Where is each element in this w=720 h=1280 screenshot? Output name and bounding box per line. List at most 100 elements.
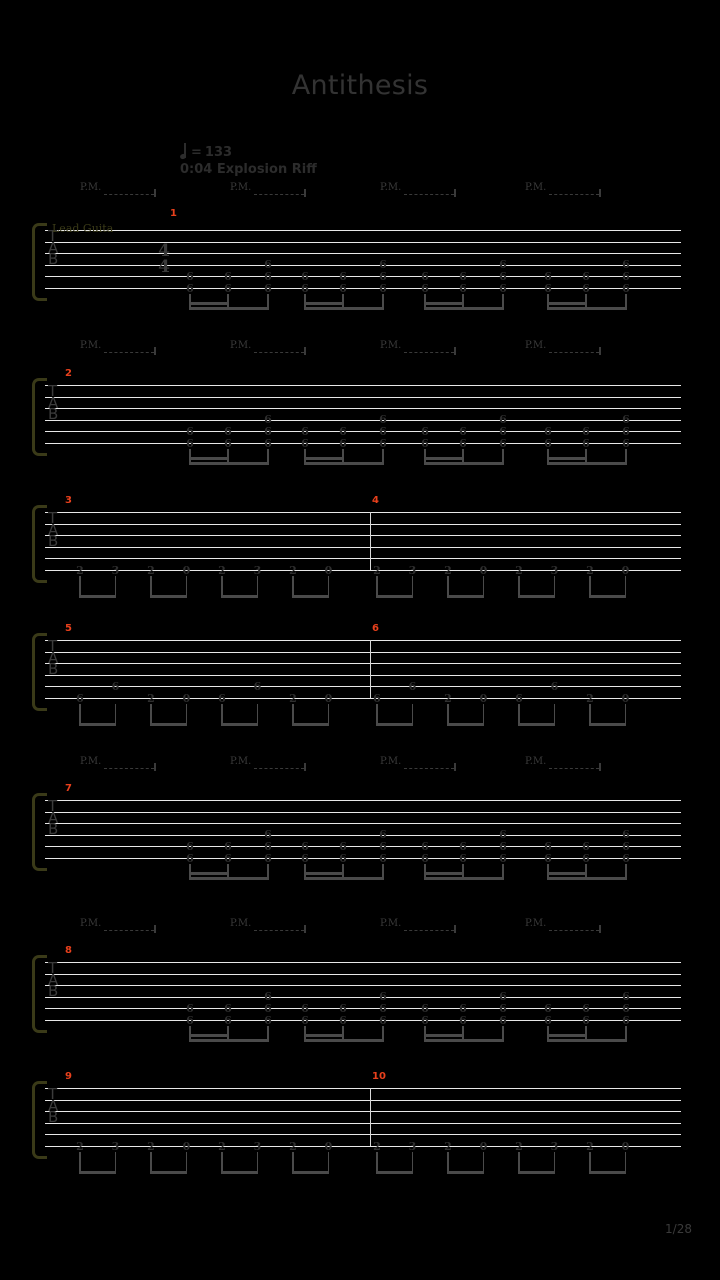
fret-number[interactable]: 6 bbox=[297, 839, 313, 852]
fret-number[interactable]: 0 bbox=[617, 1139, 634, 1152]
fret-number[interactable]: 6 bbox=[182, 269, 198, 282]
fret-number[interactable]: 6 bbox=[375, 1013, 391, 1026]
fret-number[interactable]: 3 bbox=[107, 563, 124, 576]
fret-number[interactable]: 2 bbox=[72, 1139, 88, 1152]
fret-number[interactable]: 6 bbox=[618, 258, 634, 271]
fret-number[interactable]: 6 bbox=[182, 851, 198, 864]
fret-number[interactable]: 6 bbox=[618, 413, 634, 426]
fret-number[interactable]: 2 bbox=[440, 563, 456, 576]
fret-number[interactable]: 6 bbox=[511, 691, 527, 704]
fret-number[interactable]: 6 bbox=[455, 281, 471, 294]
fret-number[interactable]: 6 bbox=[455, 839, 471, 852]
fret-number[interactable]: 6 bbox=[495, 281, 511, 294]
fret-number[interactable]: 0 bbox=[475, 691, 492, 704]
fret-number[interactable]: 6 bbox=[220, 1013, 236, 1026]
fret-number[interactable]: 3 bbox=[404, 563, 421, 576]
fret-number[interactable]: 6 bbox=[335, 839, 351, 852]
fret-number[interactable]: 6 bbox=[220, 424, 236, 437]
fret-number[interactable]: 6 bbox=[182, 1001, 198, 1014]
fret-number[interactable]: 0 bbox=[178, 691, 195, 704]
fret-number[interactable]: 6 bbox=[297, 1001, 313, 1014]
fret-number[interactable]: 6 bbox=[375, 839, 391, 852]
fret-number[interactable]: 6 bbox=[540, 436, 556, 449]
fret-number[interactable]: 6 bbox=[618, 436, 634, 449]
fret-number[interactable]: 6 bbox=[455, 269, 471, 282]
fret-number[interactable]: 6 bbox=[335, 269, 351, 282]
fret-number[interactable]: 6 bbox=[618, 269, 634, 282]
fret-number[interactable]: 6 bbox=[260, 1013, 276, 1026]
fret-number[interactable]: 6 bbox=[540, 281, 556, 294]
fret-number[interactable]: 6 bbox=[260, 413, 276, 426]
fret-number[interactable]: 6 bbox=[260, 1001, 276, 1014]
fret-number[interactable]: 6 bbox=[375, 424, 391, 437]
fret-number[interactable]: 6 bbox=[495, 839, 511, 852]
fret-number[interactable]: 6 bbox=[578, 839, 594, 852]
fret-number[interactable]: 6 bbox=[417, 1001, 433, 1014]
fret-number[interactable]: 6 bbox=[455, 1001, 471, 1014]
fret-number[interactable]: 0 bbox=[617, 563, 634, 576]
fret-number[interactable]: 6 bbox=[214, 691, 230, 704]
fret-number[interactable]: 0 bbox=[178, 1139, 195, 1152]
fret-number[interactable]: 6 bbox=[220, 436, 236, 449]
fret-number[interactable]: 3 bbox=[107, 1139, 124, 1152]
fret-number[interactable]: 6 bbox=[72, 691, 88, 704]
fret-number[interactable]: 6 bbox=[546, 679, 563, 692]
fret-number[interactable]: 6 bbox=[260, 269, 276, 282]
fret-number[interactable]: 6 bbox=[220, 269, 236, 282]
fret-number[interactable]: 6 bbox=[297, 851, 313, 864]
fret-number[interactable]: 6 bbox=[335, 281, 351, 294]
fret-number[interactable]: 3 bbox=[249, 1139, 266, 1152]
fret-number[interactable]: 6 bbox=[182, 436, 198, 449]
fret-number[interactable]: 2 bbox=[214, 1139, 230, 1152]
fret-number[interactable]: 6 bbox=[618, 1013, 634, 1026]
fret-number[interactable]: 0 bbox=[320, 1139, 337, 1152]
fret-number[interactable]: 6 bbox=[495, 436, 511, 449]
fret-number[interactable]: 6 bbox=[578, 424, 594, 437]
fret-number[interactable]: 6 bbox=[220, 1001, 236, 1014]
fret-number[interactable]: 6 bbox=[495, 424, 511, 437]
fret-number[interactable]: 6 bbox=[417, 839, 433, 852]
fret-number[interactable]: 6 bbox=[335, 851, 351, 864]
fret-number[interactable]: 2 bbox=[440, 1139, 456, 1152]
fret-number[interactable]: 6 bbox=[404, 679, 421, 692]
fret-number[interactable]: 6 bbox=[578, 1001, 594, 1014]
fret-number[interactable]: 6 bbox=[578, 269, 594, 282]
fret-number[interactable]: 6 bbox=[375, 990, 391, 1003]
fret-number[interactable]: 6 bbox=[260, 281, 276, 294]
fret-number[interactable]: 6 bbox=[495, 258, 511, 271]
fret-number[interactable]: 6 bbox=[618, 281, 634, 294]
fret-number[interactable]: 2 bbox=[143, 563, 159, 576]
fret-number[interactable]: 6 bbox=[260, 424, 276, 437]
fret-number[interactable]: 2 bbox=[285, 1139, 301, 1152]
fret-number[interactable]: 0 bbox=[475, 1139, 492, 1152]
fret-number[interactable]: 6 bbox=[540, 839, 556, 852]
fret-number[interactable]: 2 bbox=[582, 691, 598, 704]
fret-number[interactable]: 6 bbox=[375, 413, 391, 426]
fret-number[interactable]: 6 bbox=[495, 990, 511, 1003]
fret-number[interactable]: 2 bbox=[285, 563, 301, 576]
fret-number[interactable]: 6 bbox=[540, 851, 556, 864]
fret-number[interactable]: 6 bbox=[618, 424, 634, 437]
fret-number[interactable]: 6 bbox=[540, 269, 556, 282]
fret-number[interactable]: 0 bbox=[617, 691, 634, 704]
fret-number[interactable]: 6 bbox=[540, 1001, 556, 1014]
fret-number[interactable]: 6 bbox=[375, 436, 391, 449]
fret-number[interactable]: 6 bbox=[455, 851, 471, 864]
fret-number[interactable]: 6 bbox=[578, 851, 594, 864]
fret-number[interactable]: 6 bbox=[495, 413, 511, 426]
fret-number[interactable]: 6 bbox=[260, 851, 276, 864]
fret-number[interactable]: 6 bbox=[297, 269, 313, 282]
fret-number[interactable]: 6 bbox=[455, 424, 471, 437]
fret-number[interactable]: 6 bbox=[417, 269, 433, 282]
fret-number[interactable]: 6 bbox=[335, 1001, 351, 1014]
fret-number[interactable]: 6 bbox=[297, 436, 313, 449]
fret-number[interactable]: 6 bbox=[182, 281, 198, 294]
fret-number[interactable]: 6 bbox=[417, 281, 433, 294]
fret-number[interactable]: 6 bbox=[455, 1013, 471, 1026]
fret-number[interactable]: 6 bbox=[618, 839, 634, 852]
fret-number[interactable]: 6 bbox=[578, 281, 594, 294]
fret-number[interactable]: 6 bbox=[182, 839, 198, 852]
fret-number[interactable]: 6 bbox=[375, 828, 391, 841]
fret-number[interactable]: 6 bbox=[182, 1013, 198, 1026]
fret-number[interactable]: 3 bbox=[404, 1139, 421, 1152]
